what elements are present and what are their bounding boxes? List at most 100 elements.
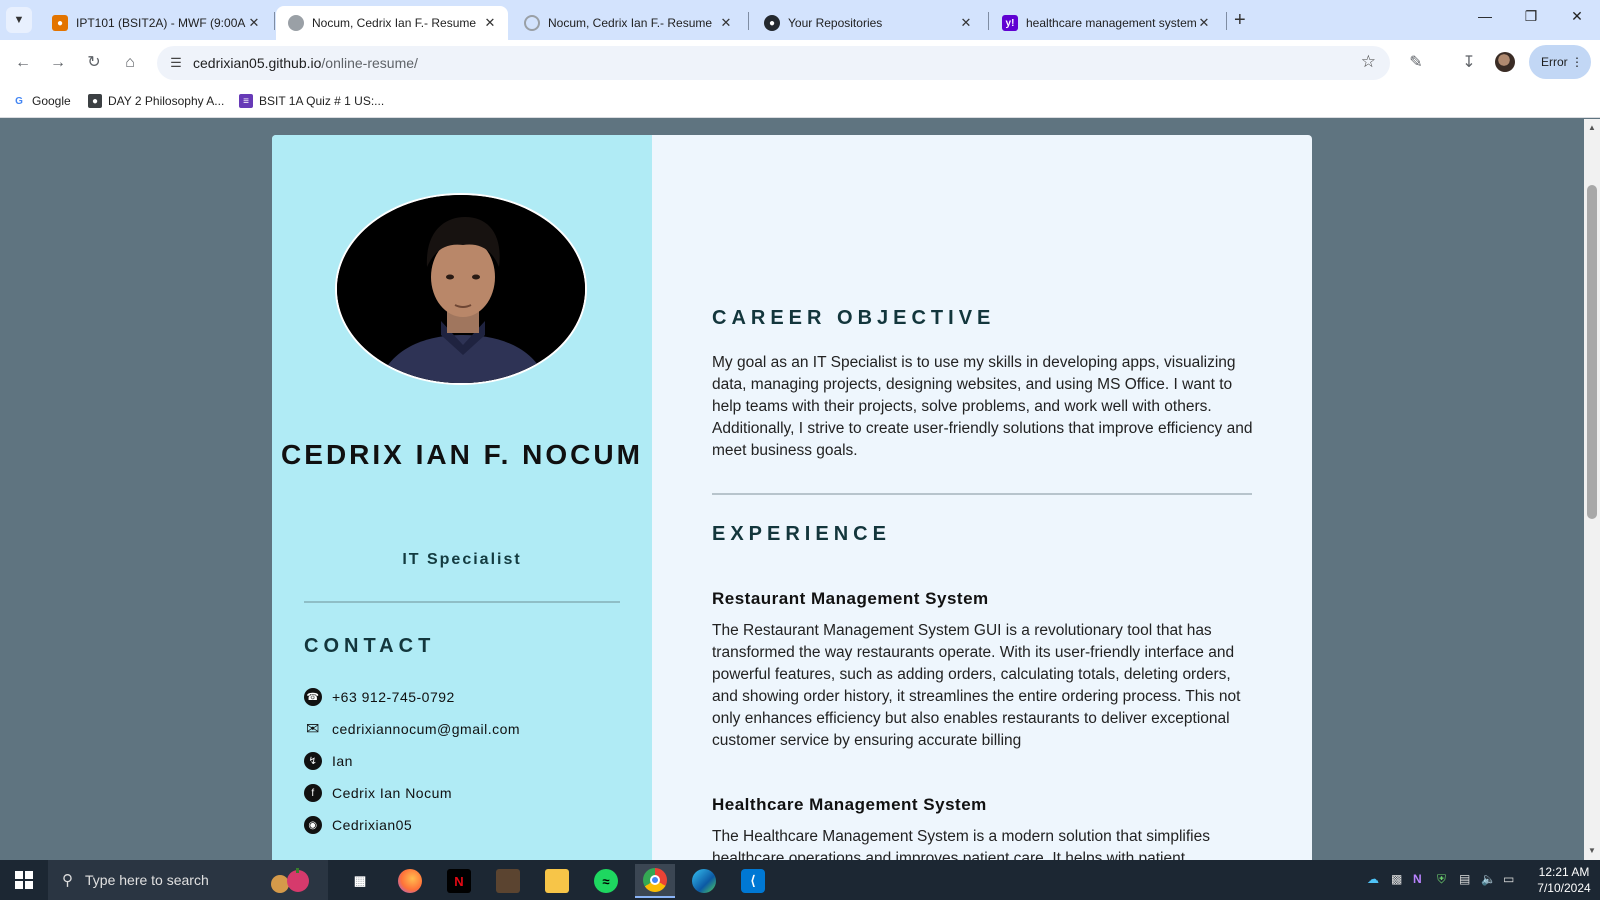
tab-strip: ▼ ● IPT101 (BSIT2A) - MWF (9:00AM ✕ Nocu… (0, 0, 1600, 40)
clock-date: 7/10/2024 (1537, 881, 1591, 895)
contact-text: +63 912-745-0792 (332, 689, 455, 705)
file-explorer-icon (545, 869, 569, 893)
profile-error-button[interactable]: Error ⋮ (1529, 45, 1591, 79)
resume-role: IT Specialist (402, 551, 522, 568)
career-objective-text: My goal as an IT Specialist is to use my… (712, 354, 1253, 459)
task-view-icon: ▦ (353, 873, 367, 888)
browser-toolbar: ← → ↻ ⌂ ☰ cedrixian05.github.io/online-r… (0, 40, 1600, 86)
close-icon[interactable]: ✕ (246, 15, 262, 31)
start-button[interactable] (0, 860, 48, 900)
network-icon[interactable]: ▤ (1459, 872, 1470, 886)
url-text[interactable]: cedrixian05.github.io/online-resume/ (193, 55, 418, 71)
taskbar-clock[interactable]: 12:21 AM 7/10/2024 (1530, 864, 1598, 896)
career-objective-heading: CAREER OBJECTIVE (712, 307, 996, 329)
new-tab-button[interactable]: + (1234, 9, 1246, 32)
close-icon[interactable]: ✕ (958, 15, 974, 31)
bookmark-person-icon: ● (88, 94, 102, 108)
contact-text: Ian (332, 753, 353, 769)
scroll-thumb[interactable] (1587, 185, 1597, 519)
contact-text: Cedrix Ian Nocum (332, 785, 453, 801)
taskbar-spotify[interactable]: ≈ (586, 864, 626, 898)
search-icon: ⚲ (62, 872, 73, 889)
forms-icon: ≡ (239, 94, 253, 108)
tab-title: healthcare management system (1026, 16, 1196, 30)
extensions-icon[interactable]: ✎ (1405, 52, 1427, 74)
taskbar-edge[interactable] (684, 864, 724, 898)
tab-ipt101[interactable]: ● IPT101 (BSIT2A) - MWF (9:00AM ✕ (40, 6, 272, 40)
tab-separator (274, 12, 275, 30)
contact-text: cedrixiannocum@gmail.com (332, 721, 521, 737)
scroll-down-arrow-icon[interactable]: ▼ (1584, 844, 1600, 858)
onenote-icon[interactable]: N (1413, 872, 1422, 886)
tab-resume-2[interactable]: Nocum, Cedrix Ian F.- Resume ✕ (512, 6, 744, 40)
tab-repositories[interactable]: ● Your Repositories ✕ (752, 6, 984, 40)
resume-sidebar: CEDRIX IAN F. NOCUM IT Specialist CONTAC… (272, 135, 652, 860)
home-icon[interactable]: ⌂ (119, 52, 141, 74)
taskbar-file-explorer[interactable] (537, 864, 577, 898)
contact-list: ☎ +63 912-745-0792 ✉ cedrixiannocum@gmai… (304, 681, 634, 841)
tab-yahoo-search[interactable]: y! healthcare management system ✕ (990, 6, 1222, 40)
netflix-icon: N (447, 869, 471, 893)
tab-resume-active[interactable]: Nocum, Cedrix Ian F.- Resume ✕ (276, 6, 508, 40)
search-placeholder: Type here to search (85, 872, 209, 888)
search-highlight-icon (271, 868, 309, 893)
chevron-down-icon: ▼ (13, 14, 25, 26)
github-icon: ● (764, 15, 780, 31)
reload-icon[interactable]: ↻ (83, 52, 105, 74)
tab-title: IPT101 (BSIT2A) - MWF (9:00AM (76, 16, 246, 30)
back-icon[interactable]: ← (12, 52, 34, 74)
restore-icon[interactable]: ❐ (1519, 8, 1543, 25)
taskbar-netflix[interactable]: N (439, 864, 479, 898)
taskbar-chrome[interactable] (635, 864, 675, 898)
task-view-button[interactable]: ▦ (340, 864, 380, 898)
bookmark-philosophy[interactable]: ● DAY 2 Philosophy A... (88, 94, 224, 108)
windows-logo-icon (15, 871, 33, 889)
url-path: /online-resume/ (321, 55, 418, 71)
close-icon[interactable]: ✕ (718, 15, 734, 31)
bookmark-google[interactable]: G Google (12, 94, 71, 108)
resume-main: CAREER OBJECTIVE My goal as an IT Specia… (652, 135, 1312, 860)
profile-photo (335, 193, 587, 385)
address-bar[interactable]: ☰ cedrixian05.github.io/online-resume/ ☆ (157, 46, 1390, 80)
download-icon[interactable]: ↧ (1458, 52, 1480, 74)
bookmark-quiz[interactable]: ≡ BSIT 1A Quiz # 1 US:... (239, 94, 384, 108)
minimize-icon[interactable]: — (1473, 8, 1497, 24)
site-info-icon[interactable]: ☰ (165, 52, 187, 74)
window-close-icon[interactable]: ✕ (1565, 8, 1589, 25)
battery-icon[interactable]: ▭ (1503, 872, 1514, 886)
page-viewport: CEDRIX IAN F. NOCUM IT Specialist CONTAC… (0, 119, 1584, 860)
scroll-up-arrow-icon[interactable]: ▲ (1584, 121, 1600, 135)
tab-separator (1226, 12, 1227, 30)
profile-photo-portrait (337, 195, 585, 383)
chrome-icon (643, 868, 667, 892)
game-icon (496, 869, 520, 893)
tray-app-icon[interactable]: ▩ (1391, 872, 1402, 886)
security-shield-icon[interactable]: ⛨ (1437, 872, 1446, 887)
resume-card: CEDRIX IAN F. NOCUM IT Specialist CONTAC… (272, 135, 1312, 860)
tab-separator (748, 12, 749, 30)
onedrive-icon[interactable]: ☁ (1367, 872, 1379, 886)
taskbar-search[interactable]: ⚲ Type here to search (48, 860, 328, 900)
profile-avatar[interactable] (1495, 52, 1515, 72)
close-icon[interactable]: ✕ (1196, 15, 1212, 31)
experience-description: The Restaurant Management System GUI is … (712, 622, 1241, 749)
error-label: Error (1541, 55, 1568, 69)
resume-name: CEDRIX IAN F. NOCUM (281, 439, 643, 470)
taskbar-firefox[interactable] (390, 864, 430, 898)
edge-icon (692, 869, 716, 893)
page-scrollbar[interactable]: ▲ ▼ (1584, 119, 1600, 860)
close-icon[interactable]: ✕ (482, 15, 498, 31)
firefox-icon (398, 869, 422, 893)
taskbar-vscode[interactable]: ⟨ (733, 864, 773, 898)
forward-icon[interactable]: → (47, 52, 69, 74)
email-icon: ✉ (306, 721, 320, 738)
spotify-icon: ≈ (594, 869, 618, 893)
bookmark-star-icon[interactable]: ☆ (1361, 52, 1376, 72)
main-divider (712, 493, 1252, 495)
contact-text: Cedrixian05 (332, 817, 413, 833)
bookmark-label: DAY 2 Philosophy A... (108, 94, 225, 108)
taskbar-game[interactable] (488, 864, 528, 898)
tab-search-button[interactable]: ▼ (6, 7, 32, 33)
tab-title: Nocum, Cedrix Ian F.- Resume (312, 16, 477, 30)
volume-icon[interactable]: 🔈 (1481, 872, 1496, 886)
